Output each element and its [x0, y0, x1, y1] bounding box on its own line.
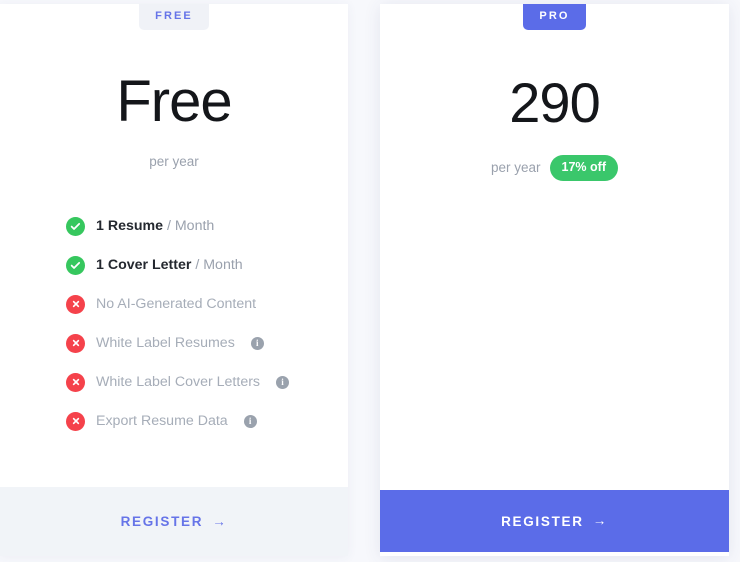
plan-badge-wrapper-free: FREE [0, 4, 348, 37]
price-block-pro: 290 per year 17% off [380, 37, 729, 181]
x-circle-icon [66, 333, 85, 353]
feature-item: White Label Resumes i [66, 333, 348, 354]
plan-badge-pro: PRO [523, 4, 586, 30]
info-icon[interactable]: i [250, 336, 264, 350]
feature-item: 1 Resume / Month [66, 216, 348, 237]
plan-badge-wrapper-pro: PRO [380, 4, 729, 37]
price-block-free: Free per year [0, 37, 348, 169]
feature-label: 1 Cover Letter / Month [96, 258, 243, 272]
feature-label: 1 Resume / Month [96, 219, 214, 233]
feature-label: No AI-Generated Content [96, 295, 257, 312]
check-circle-icon [66, 255, 85, 275]
register-button-pro-label: REGISTER [501, 513, 584, 529]
feature-item: 1 Cover Letter / Month [66, 255, 348, 276]
register-button-pro[interactable]: REGISTER → [380, 490, 729, 552]
arrow-right-icon: → [592, 513, 608, 529]
feature-label-strong: 1 Resume [96, 217, 164, 234]
feature-label: Export Resume Data [96, 412, 228, 429]
pricing-plans-container: FREE Free per year 1 Resume / Month 1 Co… [0, 0, 740, 562]
feature-label: White Label Cover Letters [96, 373, 261, 390]
info-icon[interactable]: i [243, 414, 257, 428]
discount-badge: 17% off [549, 155, 618, 181]
price-amount-pro: 290 [509, 71, 600, 134]
info-icon[interactable]: i [276, 375, 290, 389]
feature-label-dim: / Month [191, 256, 243, 273]
price-period-free: per year [149, 154, 199, 169]
price-period-row-pro: per year 17% off [380, 155, 729, 181]
card-footer-free: REGISTER → [0, 487, 348, 556]
card-footer-pro: REGISTER → [380, 482, 729, 556]
pricing-card-free: FREE Free per year 1 Resume / Month 1 Co… [0, 4, 348, 556]
feature-label-strong: 1 Cover Letter [96, 256, 192, 273]
register-button-free-label: REGISTER [120, 514, 204, 529]
register-button-free[interactable]: REGISTER → [121, 514, 228, 529]
feature-item: White Label Cover Letters i [66, 372, 348, 393]
feature-label: White Label Resumes [96, 334, 235, 351]
feature-label-dim: / Month [163, 217, 215, 234]
pricing-card-pro: PRO 290 per year 17% off Unlimited resum… [380, 4, 729, 556]
feature-list-free: 1 Resume / Month 1 Cover Letter / Month … [0, 169, 348, 488]
x-circle-icon [66, 372, 85, 392]
price-period-pro: per year [491, 160, 541, 175]
feature-item: No AI-Generated Content [66, 294, 348, 315]
plan-badge-free: FREE [139, 4, 209, 30]
feature-list-pro: Unlimited resumes Unlimited Cover Letter… [380, 181, 729, 483]
price-period-row-free: per year [0, 155, 348, 169]
arrow-right-icon: → [212, 513, 228, 529]
x-circle-icon [66, 411, 85, 431]
feature-item: Export Resume Data i [66, 411, 348, 432]
x-circle-icon [66, 294, 85, 314]
price-amount-free: Free [116, 69, 232, 134]
check-circle-icon [66, 216, 85, 236]
